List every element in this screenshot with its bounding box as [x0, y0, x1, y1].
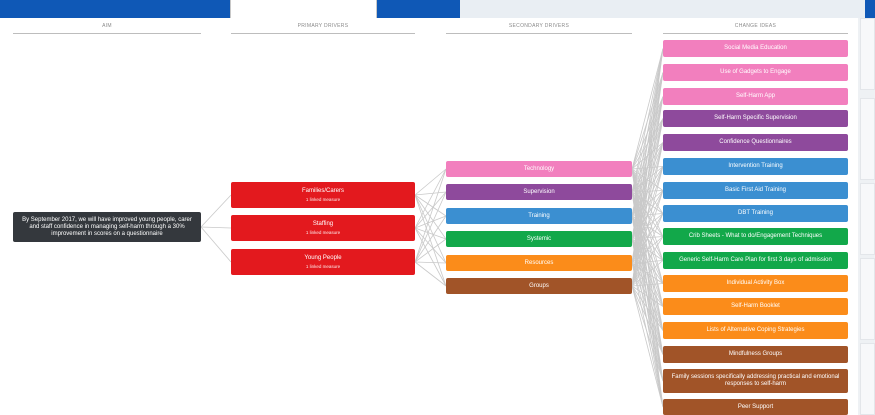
change-idea-5[interactable]: Confidence Questionnaires [663, 134, 848, 151]
connector-line [200, 194, 232, 228]
secondary-driver-3[interactable]: Training [446, 208, 632, 224]
secondary-driver-4[interactable]: Systemic [446, 231, 632, 247]
change-idea-16-label: Peer Support [737, 403, 774, 410]
connector-line [414, 261, 447, 287]
primary-driver-3[interactable]: Young People 1 linked measure [231, 249, 415, 275]
secondary-driver-1-label: Technology [523, 165, 555, 172]
connector-line [414, 227, 447, 287]
primary-driver-1-measure: 1 linked measure [305, 196, 341, 202]
primary-driver-2-measure: 1 linked measure [305, 229, 341, 235]
change-idea-3-label: Self-Harm App [735, 93, 775, 99]
change-idea-10-label: Generic Self-Harm Care Plan for first 3 … [679, 257, 832, 263]
aim-node[interactable]: By September 2017, we will have improved… [13, 212, 201, 242]
secondary-driver-2[interactable]: Supervision [446, 184, 632, 200]
primary-driver-1-label: Families/Carers [301, 187, 344, 194]
change-idea-12-label: Self-Harm Booklet [731, 303, 780, 309]
change-idea-5-label: Confidence Questionnaires [719, 139, 792, 145]
secondary-driver-5-label: Resources [524, 259, 554, 266]
change-idea-2[interactable]: Use of Gadgets to Engage [663, 64, 848, 81]
primary-driver-3-measure: 1 linked measure [305, 263, 341, 269]
connector-line [414, 194, 447, 287]
secondary-driver-4-label: Systemic [526, 235, 552, 242]
change-idea-1-label: Social Media Education [724, 45, 787, 51]
connector-line [631, 48, 664, 170]
change-idea-16[interactable]: Peer Support [663, 399, 848, 415]
connector-line [414, 238, 447, 263]
change-idea-10[interactable]: Generic Self-Harm Care Plan for first 3 … [663, 252, 848, 269]
connector-line [200, 226, 232, 229]
primary-driver-1[interactable]: Families/Carers 1 linked measure [231, 182, 415, 208]
change-idea-14[interactable]: Mindfulness Groups [663, 346, 848, 363]
change-idea-6[interactable]: Intervention Training [663, 158, 848, 175]
change-idea-15-label: Family sessions specifically addressing … [671, 374, 840, 387]
connector-line [414, 191, 447, 263]
change-idea-8-label: DBT Training [738, 210, 773, 216]
secondary-driver-5[interactable]: Resources [446, 255, 632, 271]
connector-line [200, 226, 232, 263]
change-idea-4-label: Self-Harm Specific Supervision [714, 115, 797, 121]
aim-node-label: By September 2017, we will have improved… [22, 216, 192, 237]
change-idea-2-label: Use of Gadgets to Engage [720, 69, 791, 75]
change-idea-4[interactable]: Self-Harm Specific Supervision [663, 110, 848, 127]
change-idea-9[interactable]: Crib Sheets - What to do/Engagement Tech… [663, 228, 848, 245]
change-idea-12[interactable]: Self-Harm Booklet [663, 298, 848, 315]
change-idea-13[interactable]: Lists of Alternative Coping Strategies [663, 322, 848, 339]
change-idea-1[interactable]: Social Media Education [663, 40, 848, 57]
change-idea-11-label: Individual Activity Box [726, 280, 785, 286]
change-idea-7[interactable]: Basic First Aid Training [663, 182, 848, 199]
change-idea-3[interactable]: Self-Harm App [663, 88, 848, 105]
change-idea-8[interactable]: DBT Training [663, 205, 848, 222]
primary-driver-2-label: Staffing [312, 220, 334, 227]
change-idea-13-label: Lists of Alternative Coping Strategies [706, 327, 805, 333]
secondary-driver-2-label: Supervision [523, 188, 555, 195]
secondary-driver-6-label: Groups [529, 282, 549, 289]
primary-driver-3-label: Young People [304, 254, 342, 261]
change-idea-14-label: Mindfulness Groups [728, 351, 783, 357]
secondary-driver-1[interactable]: Technology [446, 161, 632, 177]
secondary-driver-6[interactable]: Groups [446, 278, 632, 294]
change-idea-7-label: Basic First Aid Training [724, 187, 787, 193]
change-idea-9-label: Crib Sheets - What to do/Engagement Tech… [688, 233, 823, 239]
change-idea-15[interactable]: Family sessions specifically addressing … [663, 369, 848, 393]
connector-line [414, 261, 447, 264]
connector-line [414, 191, 447, 196]
connector-line [414, 168, 447, 263]
secondary-driver-3-label: Training [528, 212, 550, 219]
primary-driver-2[interactable]: Staffing 1 linked measure [231, 215, 415, 241]
change-idea-6-label: Intervention Training [728, 163, 783, 169]
change-idea-11[interactable]: Individual Activity Box [663, 275, 848, 292]
